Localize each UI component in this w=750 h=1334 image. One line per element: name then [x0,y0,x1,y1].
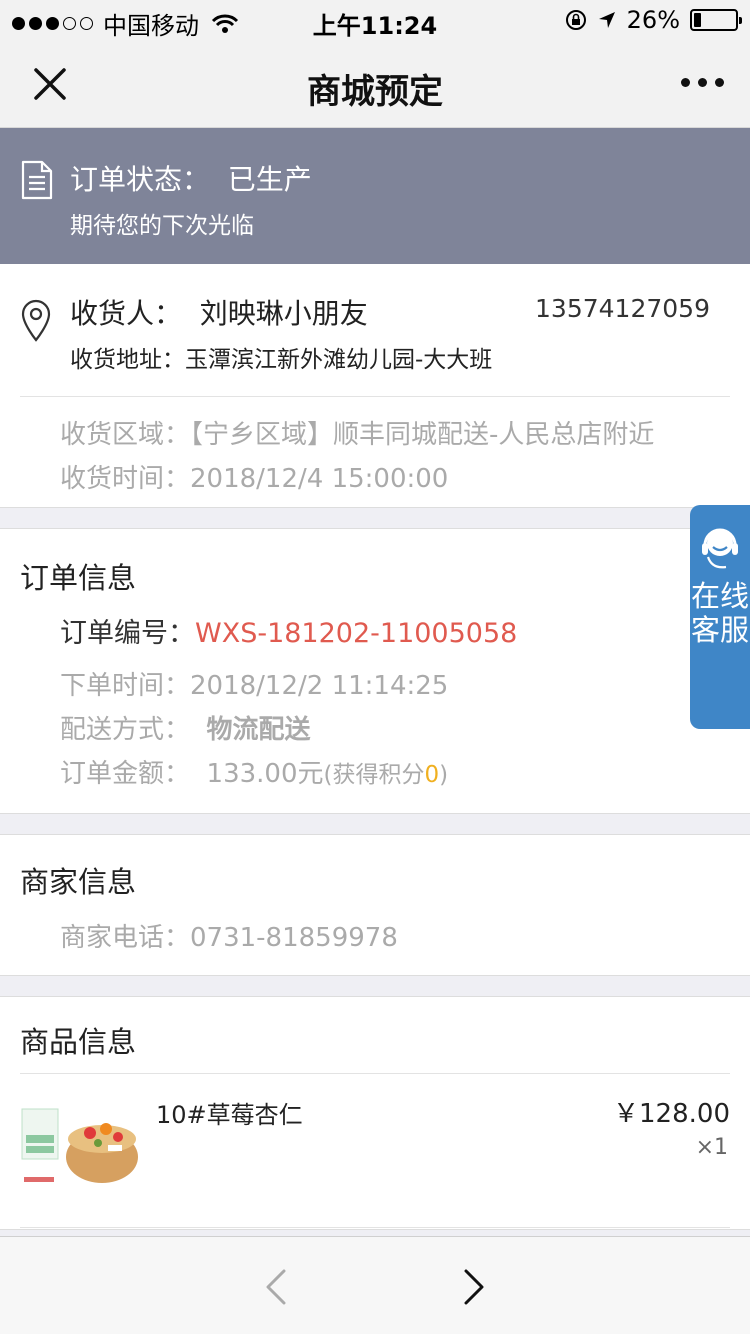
delivery-address: 收货地址：玉潭滨江新外滩幼儿园-大大班 [70,347,493,373]
battery-icon [690,9,742,31]
order-number-row: 订单编号：WXS-181202-11005058 [60,611,517,650]
divider [20,396,730,397]
merchant-info-card: 商家信息 商家电话：0731-81859978 [0,834,750,976]
page-title: 商城预定 [307,72,443,112]
delivery-method-row: 配送方式： 物流配送 [60,709,311,746]
order-amount-label: 订单金额： [60,759,207,789]
order-status-text: 订单状态： 已生产 [70,163,312,196]
recipient-phone[interactable]: 13574127059 [535,294,710,323]
status-right: 26% [565,6,742,34]
order-number: WXS-181202-11005058 [195,618,518,649]
merchant-phone[interactable]: 商家电话：0731-81859978 [60,917,398,954]
recipient-name: 收货人： 刘映琳小朋友 [70,297,368,330]
product-info-card: 商品信息 10#草莓杏仁 ￥128.00 ×1 [0,996,750,1230]
online-service-button[interactable]: 在线客服 [690,505,750,729]
browser-toolbar [0,1236,750,1334]
order-amount-row: 订单金额： 133.00元(获得积分0) [60,753,448,790]
headset-icon [702,528,738,569]
document-icon [21,160,53,200]
delivery-address-card: 收货人： 刘映琳小朋友 13574127059 收货地址：玉潭滨江新外滩幼儿园-… [0,264,750,508]
points-prefix: (获得积分 [323,762,425,788]
location-pin-icon [21,299,51,342]
order-number-label: 订单编号： [60,618,195,649]
online-service-label: 在线客服 [690,579,749,647]
delivery-method: 物流配送 [206,715,311,745]
order-info-card: 订单信息 订单编号：WXS-181202-11005058 下单时间：2018/… [0,528,750,814]
battery-percent: 26% [626,6,680,34]
merchant-info-title: 商家信息 [20,865,137,899]
divider [20,1227,730,1228]
order-time: 下单时间：2018/12/2 11:14:25 [60,671,449,701]
divider [20,1073,730,1074]
delivery-method-label: 配送方式： [60,715,207,745]
points-value: 0 [424,762,440,788]
product-name[interactable]: 10#草莓杏仁 [156,1095,303,1130]
order-info-title: 订单信息 [20,561,137,595]
back-chevron-icon[interactable] [262,1267,290,1307]
delivery-area: 收货区域：【宁乡区域】顺丰同城配送-人民总店附近 [60,420,655,450]
status-bar: 中国移动 上午11:24 26% [0,0,750,40]
product-price: ￥128.00 [613,1099,730,1129]
nav-bar: 商城预定 [0,40,750,128]
forward-chevron-icon[interactable] [460,1267,488,1307]
order-amount: 133.00元 [206,759,324,789]
product-info-title: 商品信息 [20,1025,137,1059]
more-icon[interactable] [681,78,724,87]
product-image[interactable] [20,1099,140,1189]
location-icon [598,12,615,28]
rotation-lock-icon [565,10,586,30]
points-suffix: ) [439,762,449,788]
product-quantity: ×1 [695,1135,728,1160]
order-status-subtitle: 期待您的下次光临 [70,213,254,239]
delivery-time: 收货时间：2018/12/4 15:00:00 [60,464,449,494]
order-status-banner: 订单状态： 已生产 期待您的下次光临 [0,128,750,264]
